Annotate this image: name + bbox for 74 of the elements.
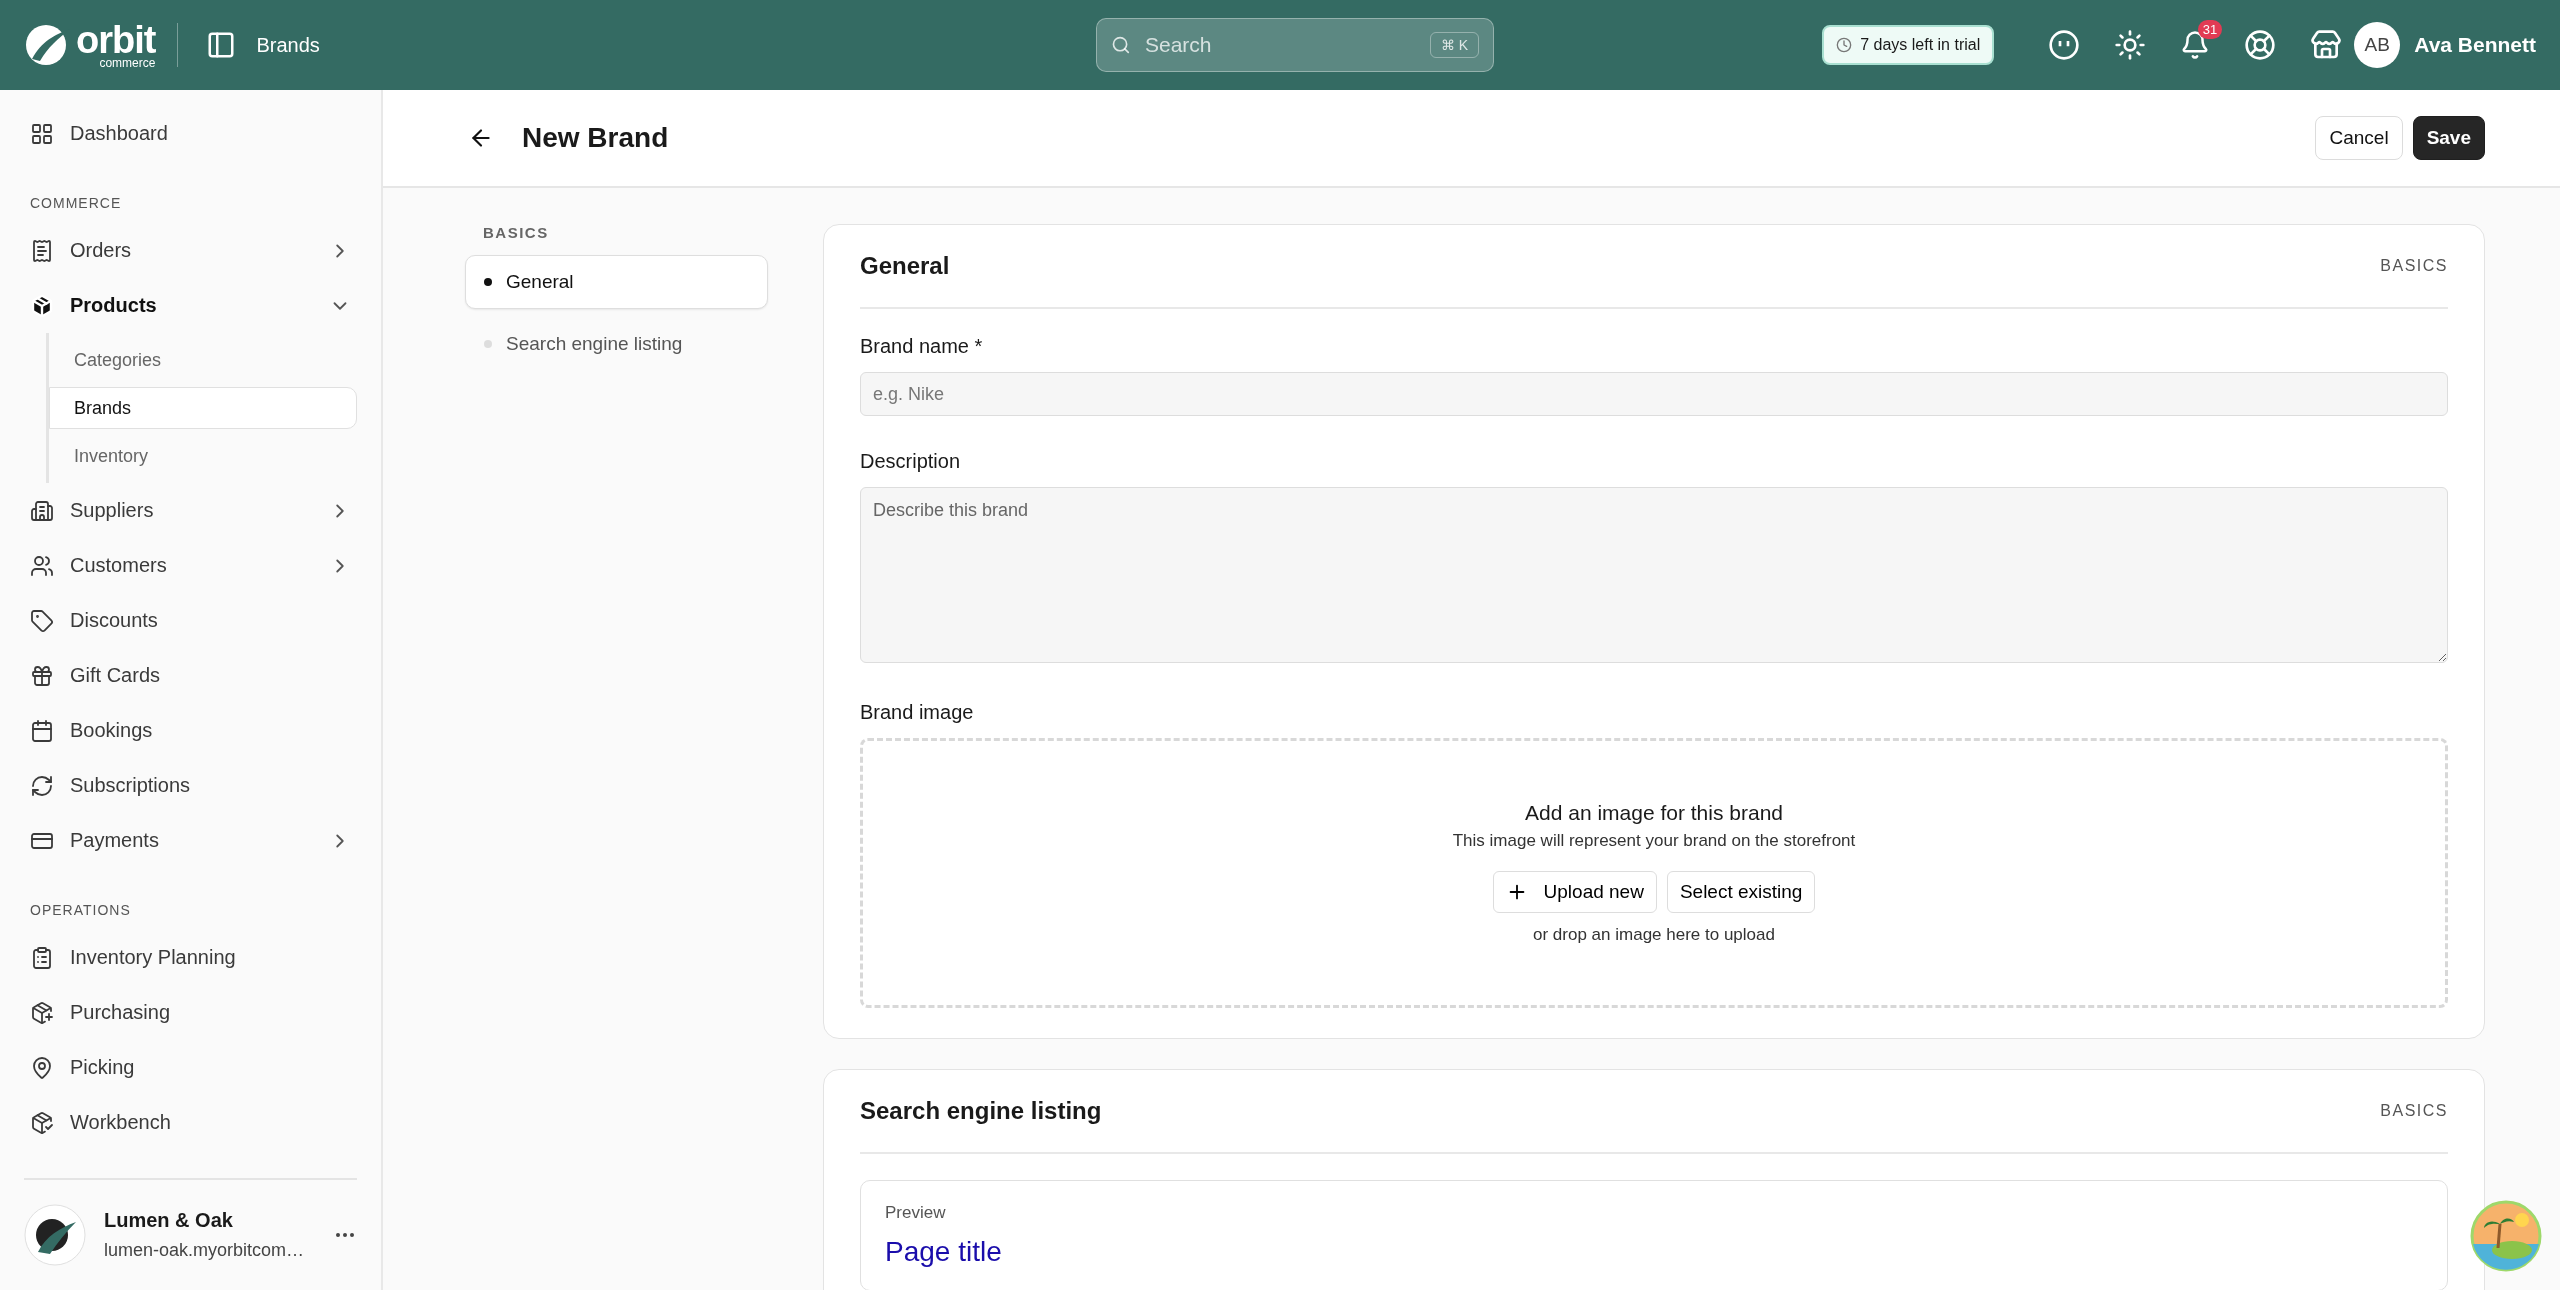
- field-label: Description: [860, 450, 962, 473]
- page-title: New Brand: [522, 122, 670, 154]
- preview-title: Page title: [885, 1237, 1003, 1268]
- logo-name: orbit: [76, 21, 156, 59]
- box-check-icon: [30, 1110, 54, 1135]
- trial-badge[interactable]: 7 days left in trial: [1822, 25, 1995, 65]
- nav-item[interactable]: Discounts: [24, 593, 357, 648]
- dropzone-title: Add an image for this brand: [1525, 801, 1783, 825]
- card-tag: BASICS: [2380, 1102, 2448, 1120]
- dropzone-note: or drop an image here to upload: [1533, 925, 1775, 945]
- gift-icon: [30, 663, 54, 688]
- description-field[interactable]: Describe this brand: [860, 487, 2448, 663]
- help-icon[interactable]: [2244, 29, 2277, 61]
- sidebar-toggle-icon[interactable]: [206, 30, 237, 60]
- notification-count: 31: [2197, 20, 2223, 39]
- section-title: COMMERCE: [30, 195, 123, 211]
- nav-item[interactable]: Picking: [24, 1040, 357, 1095]
- face-icon[interactable]: [2048, 29, 2081, 61]
- nav-item[interactable]: Subscriptions: [24, 758, 357, 813]
- clipboard-icon: [30, 945, 54, 970]
- section-tab[interactable]: Search engine listing: [465, 317, 768, 371]
- search-icon: [1111, 34, 1131, 56]
- field-label: Brand image: [860, 701, 975, 724]
- save-button[interactable]: Save: [2412, 116, 2485, 160]
- nav-item[interactable]: Products: [24, 278, 357, 333]
- nav-subitem[interactable]: Inventory: [49, 435, 357, 477]
- nav-item[interactable]: Workbench: [24, 1095, 357, 1150]
- store-logo-icon: [24, 1204, 86, 1266]
- upload-button[interactable]: Upload new: [1492, 871, 1657, 913]
- refresh-icon: [30, 773, 54, 798]
- store-icon[interactable]: [2310, 29, 2343, 61]
- preview-label: Preview: [885, 1203, 947, 1223]
- dropzone-hint: This image will represent your brand on the storefront: [1452, 831, 1856, 851]
- shortcut-hint: ⌘ K: [1429, 32, 1480, 58]
- field-label: Brand name *: [860, 335, 984, 358]
- calendar-icon: [30, 718, 54, 743]
- tag-icon: [30, 608, 54, 633]
- logo-tagline: commerce: [99, 57, 156, 69]
- card-title: General: [860, 252, 950, 280]
- people-icon: [30, 553, 54, 578]
- search-field[interactable]: Search: [1142, 32, 1418, 58]
- section-title: OPERATIONS: [30, 902, 132, 918]
- receipt-icon: [30, 238, 54, 263]
- grid-icon: [30, 121, 54, 146]
- brand-name-field[interactable]: e.g. Nike: [860, 372, 2448, 416]
- user-menu[interactable]: AB Ava Bennett: [2354, 22, 2536, 68]
- cancel-button[interactable]: Cancel: [2315, 116, 2403, 160]
- nav-item[interactable]: Payments: [24, 813, 357, 868]
- image-dropzone[interactable]: Add an image for this brand This image will represent your brand on the storefront Upload new Select existing or drop an image here to upload: [860, 738, 2448, 1008]
- nav-item[interactable]: Bookings: [24, 703, 357, 758]
- map-pin-icon: [30, 1055, 54, 1080]
- island-icon[interactable]: [2470, 1200, 2542, 1272]
- nav-item[interactable]: Gift Cards: [24, 648, 357, 703]
- user-avatar: AB: [2354, 22, 2401, 68]
- nav-subitem[interactable]: Brands: [49, 387, 357, 429]
- box-plus-icon: [30, 1000, 54, 1025]
- section-title: BASICS: [483, 224, 550, 241]
- breadcrumb: Brands: [256, 33, 320, 57]
- card-tag: BASICS: [2380, 257, 2448, 275]
- nav-subitem[interactable]: Categories: [49, 339, 357, 381]
- nav-item[interactable]: Inventory Planning: [24, 930, 357, 985]
- card-title: Search engine listing: [860, 1097, 1102, 1125]
- store-domain: lumen-oak.myorbitcom…: [104, 1240, 306, 1261]
- section-tab[interactable]: General: [465, 255, 768, 309]
- building-icon: [30, 498, 54, 523]
- nav-item[interactable]: Customers: [24, 538, 357, 593]
- nav-item[interactable]: Purchasing: [24, 985, 357, 1040]
- nav-item[interactable]: Suppliers: [24, 483, 357, 538]
- theme-icon[interactable]: [2114, 29, 2147, 61]
- nav-item[interactable]: Dashboard: [24, 106, 357, 161]
- nav-item[interactable]: Orders: [24, 223, 357, 278]
- select-button[interactable]: Select existing: [1666, 871, 1816, 913]
- store-name: Lumen & Oak: [104, 1209, 234, 1232]
- clock-icon: [1836, 37, 1853, 53]
